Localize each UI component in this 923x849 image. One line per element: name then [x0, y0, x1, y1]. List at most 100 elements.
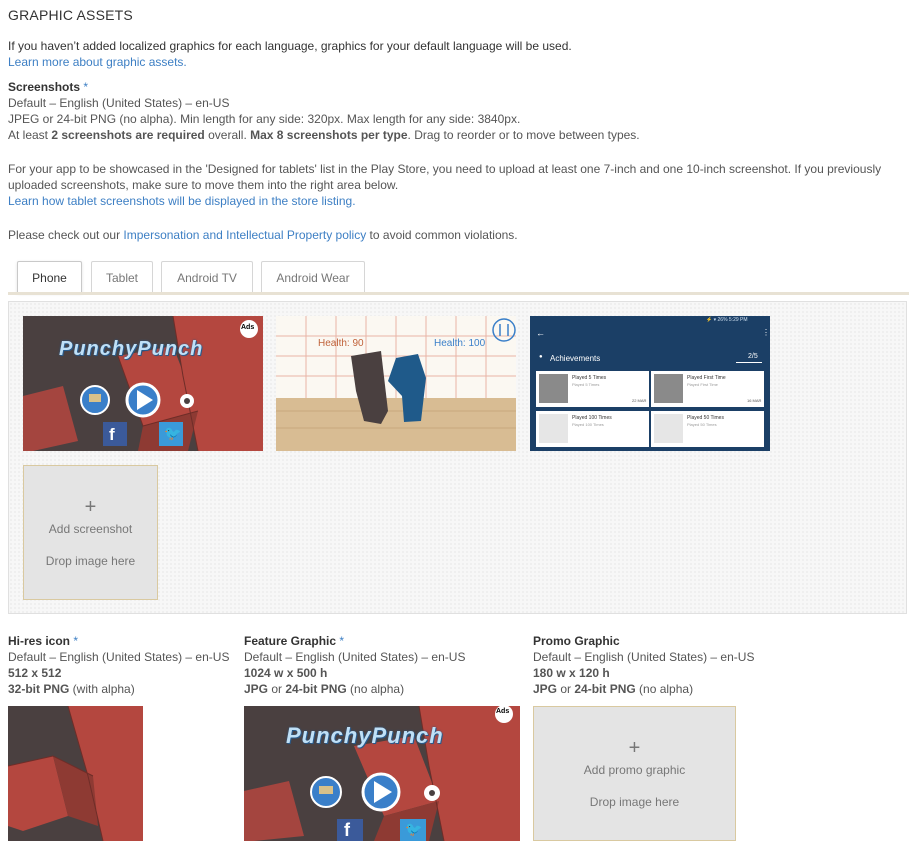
- feature-facebook-icon: f: [344, 820, 350, 840]
- feature-twitter-icon: 🐦: [405, 821, 423, 837]
- promo-graphic-heading: Promo Graphic: [533, 634, 620, 648]
- achievement-date: 16 MAR: [747, 398, 762, 403]
- tab-phone[interactable]: Phone: [17, 261, 82, 293]
- hires-icon-format-rest: (with alpha): [69, 682, 135, 696]
- tab-underline: [8, 292, 909, 295]
- policy-suffix: to avoid common violations.: [366, 228, 518, 242]
- more-icon: ⋮: [762, 328, 770, 337]
- game-title: PunchyPunch: [59, 338, 204, 360]
- drop-image-label: Drop image here: [45, 553, 136, 568]
- status-bar: ⚡ ▾ 26% 5:29 PM: [706, 317, 748, 323]
- required-mark: *: [339, 634, 345, 648]
- promo-format-rest: (no alpha): [635, 682, 694, 696]
- screenshots-heading: Screenshots *: [8, 80, 88, 94]
- achievement-title: Played 100 Times: [572, 415, 612, 421]
- tablet-note-line-1: For your app to be showcased in the 'Des…: [8, 162, 882, 176]
- promo-graphic-info: Promo Graphic Default – English (United …: [533, 633, 754, 697]
- feature-format-mid: or: [268, 682, 286, 696]
- back-arrow-icon: ←: [536, 328, 545, 338]
- achievement-medal-icon: ●: [539, 354, 543, 360]
- hires-icon-image[interactable]: [8, 706, 143, 841]
- policy-prefix: Please check out our: [8, 228, 124, 242]
- feature-graphic-heading: Feature Graphic: [244, 634, 337, 648]
- feature-ads-badge: Ads: [496, 708, 510, 715]
- achievement-sub: Played 50 Times: [687, 422, 717, 427]
- promo-format-bold-2: 24-bit PNG: [574, 682, 636, 696]
- achievements-title: Achievements: [550, 354, 601, 363]
- achievement-card-4: Played 50 Times Played 50 Times: [651, 411, 764, 447]
- rule-prefix: At least: [8, 128, 52, 142]
- feature-graphic-image[interactable]: PunchyPunch Ads f 🐦: [244, 706, 520, 841]
- screenshots-heading-text: Screenshots: [8, 80, 81, 94]
- tablet-note-line-2: uploaded screenshots, make sure to move …: [8, 178, 399, 192]
- achievement-title: Played First Time: [687, 375, 726, 381]
- hires-icon-heading: Hi-res icon: [8, 634, 71, 648]
- screenshot-thumb-2[interactable]: Health: 90 Health: 100: [276, 316, 516, 451]
- achievement-badge-icon: [539, 414, 568, 443]
- feature-format-rest: (no alpha): [346, 682, 405, 696]
- achievement-badge-icon: [654, 414, 683, 443]
- screenshot-thumb-3[interactable]: ⚡ ▾ 26% 5:29 PM ← ⋮ ● Achievements 2/5 P…: [530, 316, 770, 451]
- screenshots-rule: At least 2 screenshots are required over…: [8, 128, 640, 142]
- add-screenshot-button[interactable]: + Add screenshot Drop image here: [23, 465, 158, 600]
- achievement-title: Played 5 Times: [572, 375, 607, 381]
- twitter-icon: 🐦: [164, 425, 182, 441]
- feature-graphic-size: 1024 w x 500 h: [244, 666, 328, 680]
- tab-android-wear[interactable]: Android Wear: [261, 261, 365, 293]
- add-promo-graphic-label: Add promo graphic: [583, 762, 686, 777]
- screenshots-language: Default – English (United States) – en-U…: [8, 96, 230, 110]
- localization-note: If you haven’t added localized graphics …: [8, 39, 572, 53]
- learn-graphic-assets-link[interactable]: Learn more about graphic assets.: [8, 55, 187, 69]
- achievement-date: 22 MAR: [632, 398, 647, 403]
- achievement-card-1: Played 5 Times Played 5 Times 22 MAR: [536, 371, 649, 407]
- policy-note: Please check out our Impersonation and I…: [8, 228, 518, 242]
- facebook-icon: f: [109, 425, 115, 444]
- achievement-sub: Played First Time: [687, 382, 718, 387]
- ads-badge: Ads: [241, 324, 255, 331]
- promo-graphic-language: Default – English (United States) – en-U…: [533, 650, 755, 664]
- achievement-title: Played 50 Times: [687, 415, 724, 421]
- section-title: GRAPHIC ASSETS: [8, 7, 133, 23]
- rule-mid: overall.: [204, 128, 251, 142]
- achievements-count: 2/5: [748, 353, 758, 360]
- hires-icon-format-bold: 32-bit PNG: [8, 682, 70, 696]
- achievement-sub: Played 5 Times: [572, 382, 600, 387]
- achievement-sub: Played 100 Times: [572, 422, 604, 427]
- drop-image-label: Drop image here: [589, 794, 680, 809]
- required-mark: *: [73, 634, 79, 648]
- feature-game-title: PunchyPunch: [286, 723, 444, 748]
- achievement-card-2: Played First Time Played First Time 16 M…: [651, 371, 764, 407]
- achievement-badge-icon: [654, 374, 683, 403]
- tab-tablet[interactable]: Tablet: [91, 261, 153, 293]
- hires-icon-language: Default – English (United States) – en-U…: [8, 650, 230, 664]
- feature-format-bold-1: JPG: [244, 682, 269, 696]
- screenshot-thumb-1[interactable]: PunchyPunch Ads f 🐦: [23, 316, 263, 451]
- rule-suffix: . Drag to reorder or to move between typ…: [407, 128, 640, 142]
- promo-format-bold-1: JPG: [533, 682, 558, 696]
- progress-line: [736, 362, 762, 363]
- gameplay-art: [276, 316, 516, 451]
- screenshots-format: JPEG or 24-bit PNG (no alpha). Min lengt…: [8, 112, 521, 126]
- policy-link[interactable]: Impersonation and Intellectual Property …: [123, 228, 366, 242]
- health-right: Health: 100: [434, 338, 486, 349]
- achievement-card-3: Played 100 Times Played 100 Times: [536, 411, 649, 447]
- promo-format-mid: or: [557, 682, 575, 696]
- add-screenshot-label: Add screenshot: [48, 521, 133, 536]
- feature-graphic-info: Feature Graphic * Default – English (Uni…: [244, 633, 465, 697]
- hires-icon-info: Hi-res icon * Default – English (United …: [8, 633, 229, 697]
- achievement-badge-icon: [539, 374, 568, 403]
- feature-graphic-language: Default – English (United States) – en-U…: [244, 650, 466, 664]
- add-promo-graphic-button[interactable]: + Add promo graphic Drop image here: [533, 706, 736, 841]
- rule-bold-2: Max 8 screenshots per type: [250, 128, 408, 142]
- required-mark: *: [83, 80, 89, 94]
- hires-icon-size: 512 x 512: [8, 666, 62, 680]
- rule-bold-1: 2 screenshots are required: [51, 128, 205, 142]
- title-screen-art: [23, 316, 263, 451]
- plus-icon: +: [628, 736, 641, 759]
- hires-icon-art: [8, 706, 143, 841]
- tablet-screenshots-link[interactable]: Learn how tablet screenshots will be dis…: [8, 194, 356, 208]
- health-left: Health: 90: [318, 338, 364, 349]
- plus-icon: +: [84, 495, 97, 518]
- promo-graphic-size: 180 w x 120 h: [533, 666, 610, 680]
- tab-android-tv[interactable]: Android TV: [161, 261, 253, 293]
